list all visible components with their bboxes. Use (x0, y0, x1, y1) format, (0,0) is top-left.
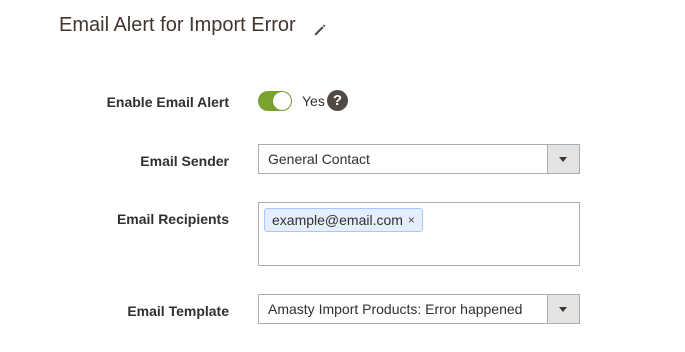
enable-email-alert-toggle[interactable] (258, 91, 292, 111)
email-template-select[interactable]: Amasty Import Products: Error happened (258, 294, 580, 324)
chevron-down-icon (559, 307, 567, 312)
email-sender-dropdown-button[interactable] (547, 145, 579, 173)
email-template-label: Email Template (127, 303, 229, 319)
section-title: Email Alert for Import Error (59, 14, 296, 36)
email-recipients-input[interactable]: example@email.com × (258, 202, 580, 266)
enable-email-alert-label: Enable Email Alert (106, 94, 229, 110)
recipient-tag-label: example@email.com (272, 212, 403, 228)
email-template-dropdown-button[interactable] (547, 295, 579, 323)
question-mark-icon[interactable]: ? (327, 90, 348, 111)
toggle-knob (273, 92, 291, 110)
email-sender-select[interactable]: General Contact (258, 144, 580, 174)
close-icon[interactable]: × (408, 213, 415, 227)
pencil-icon[interactable] (313, 20, 327, 35)
toggle-state-label: Yes (302, 93, 325, 109)
email-sender-label: Email Sender (140, 153, 229, 169)
chevron-down-icon (559, 157, 567, 162)
email-recipients-label: Email Recipients (116, 211, 229, 227)
section-header: Email Alert for Import Error (59, 14, 327, 37)
email-template-value: Amasty Import Products: Error happened (268, 301, 523, 317)
recipient-tag: example@email.com × (264, 208, 423, 232)
email-sender-value: General Contact (268, 151, 370, 167)
